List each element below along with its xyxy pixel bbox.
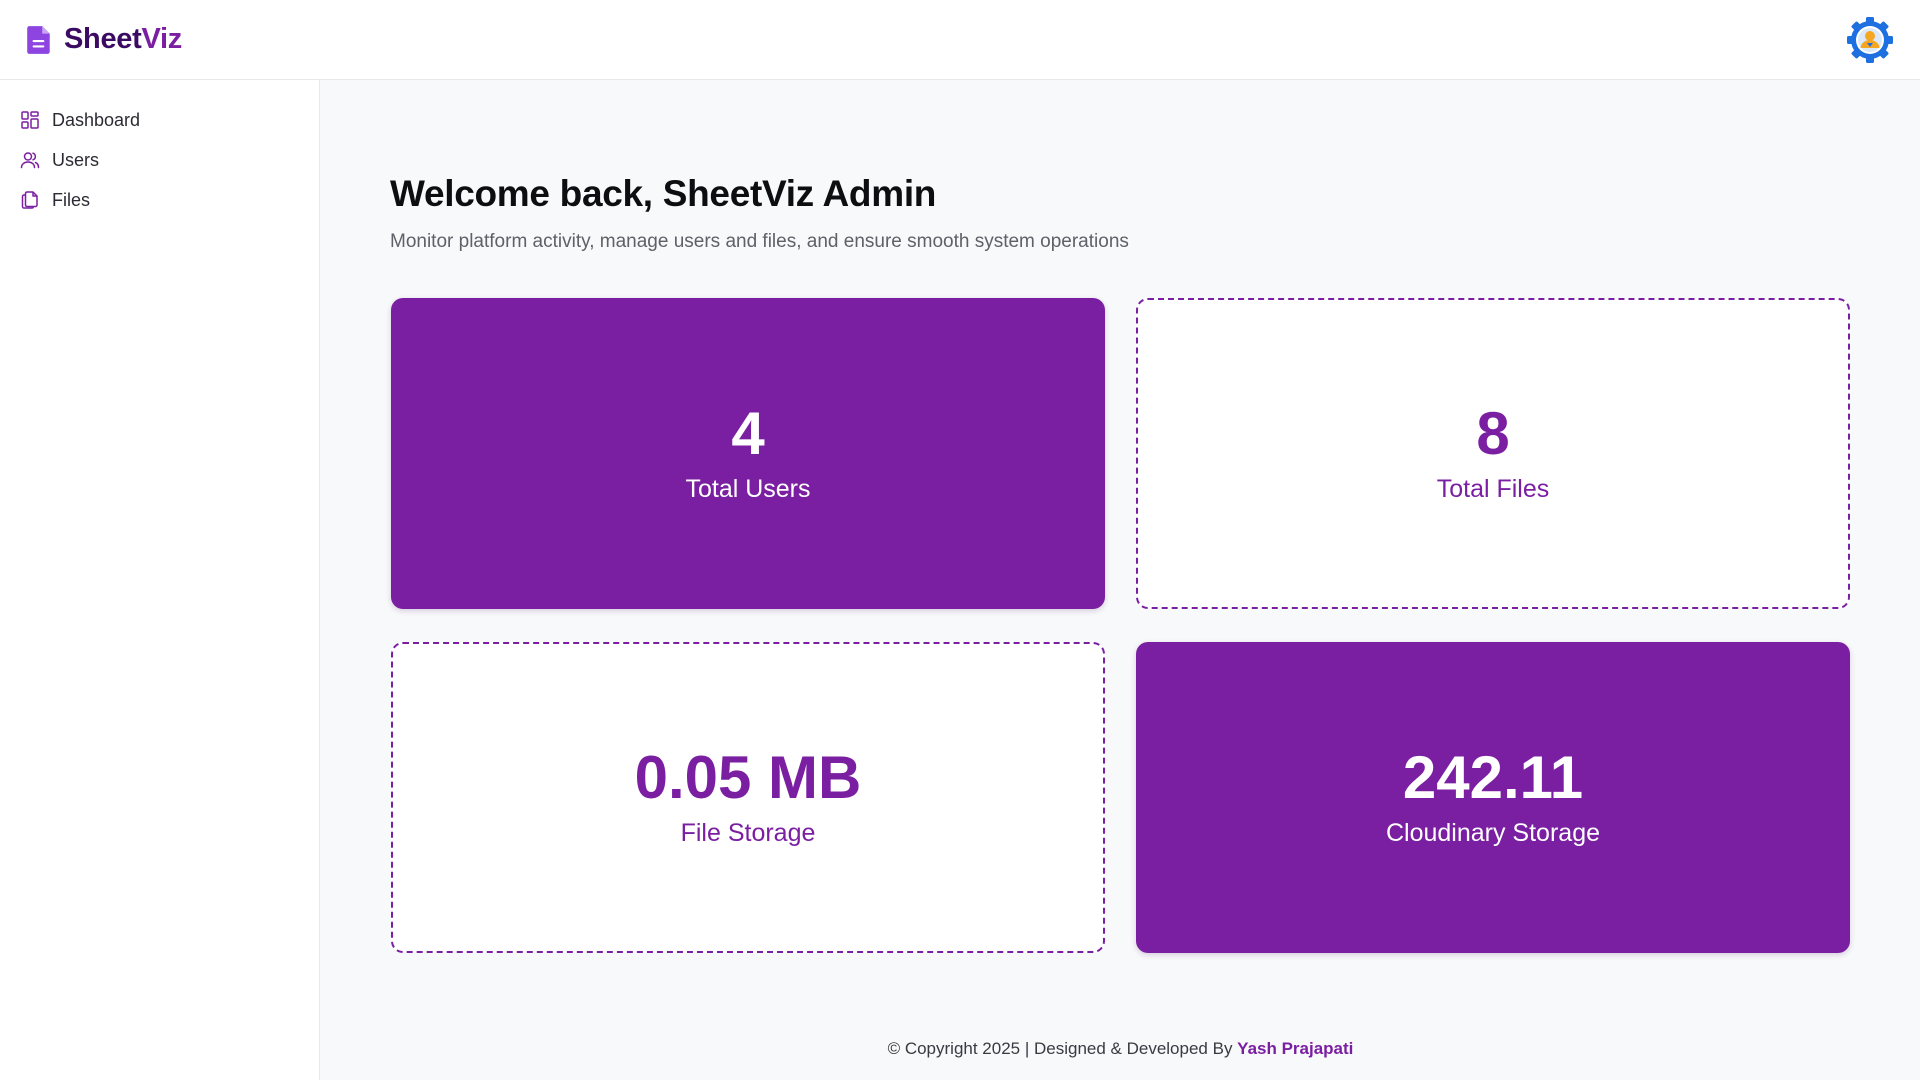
brand-name-part2: Viz bbox=[141, 23, 182, 55]
user-gear-avatar-icon bbox=[1847, 16, 1893, 63]
stat-card-cloudinary-storage: 242.11 Cloudinary Storage bbox=[1136, 642, 1850, 953]
document-icon bbox=[27, 25, 50, 54]
footer-text: © Copyright 2025 | Designed & Developed … bbox=[887, 1039, 1238, 1058]
stat-value: 242.11 bbox=[1402, 743, 1584, 811]
sidebar-item-label: Users bbox=[52, 149, 100, 170]
main-content: Welcome back, SheetViz Admin Monitor pla… bbox=[321, 81, 1920, 1080]
sidebar-item-users[interactable]: Users bbox=[0, 140, 319, 180]
files-icon bbox=[21, 191, 38, 209]
stat-caption: Total Users bbox=[685, 474, 811, 503]
user-avatar-button[interactable] bbox=[1845, 15, 1895, 65]
stat-value: 0.05 MB bbox=[634, 743, 862, 811]
brand-name-part1: Sheet bbox=[64, 23, 142, 55]
stat-caption: Cloudinary Storage bbox=[1385, 818, 1600, 847]
stat-caption: File Storage bbox=[680, 818, 816, 847]
sidebar-item-label: Files bbox=[52, 189, 91, 210]
footer-author-link[interactable]: Yash Prajapati bbox=[1237, 1039, 1353, 1058]
stat-caption: Total Files bbox=[1436, 474, 1550, 503]
brand-logo[interactable]: SheetViz bbox=[26, 23, 182, 56]
stat-card-total-files: 8 Total Files bbox=[1136, 298, 1850, 609]
sidebar-item-files[interactable]: Files bbox=[0, 180, 319, 220]
stat-card-file-storage: 0.05 MB File Storage bbox=[391, 642, 1105, 953]
page-subtitle: Monitor platform activity, manage users … bbox=[390, 231, 1129, 252]
sidebar-item-dashboard[interactable]: Dashboard bbox=[0, 100, 319, 140]
brand-name: SheetViz bbox=[64, 23, 182, 56]
top-bar: SheetViz bbox=[0, 0, 1920, 80]
stat-value: 8 bbox=[1476, 399, 1510, 467]
stat-card-total-users: 4 Total Users bbox=[391, 298, 1105, 609]
users-icon bbox=[20, 152, 40, 169]
footer: © Copyright 2025 | Designed & Developed … bbox=[321, 1039, 1920, 1059]
page-title: Welcome back, SheetViz Admin bbox=[390, 173, 937, 214]
stat-value: 4 bbox=[731, 399, 765, 467]
sidebar: Dashboard Users Files bbox=[0, 80, 320, 1080]
grid-icon bbox=[21, 111, 39, 129]
sidebar-item-label: Dashboard bbox=[52, 109, 141, 130]
